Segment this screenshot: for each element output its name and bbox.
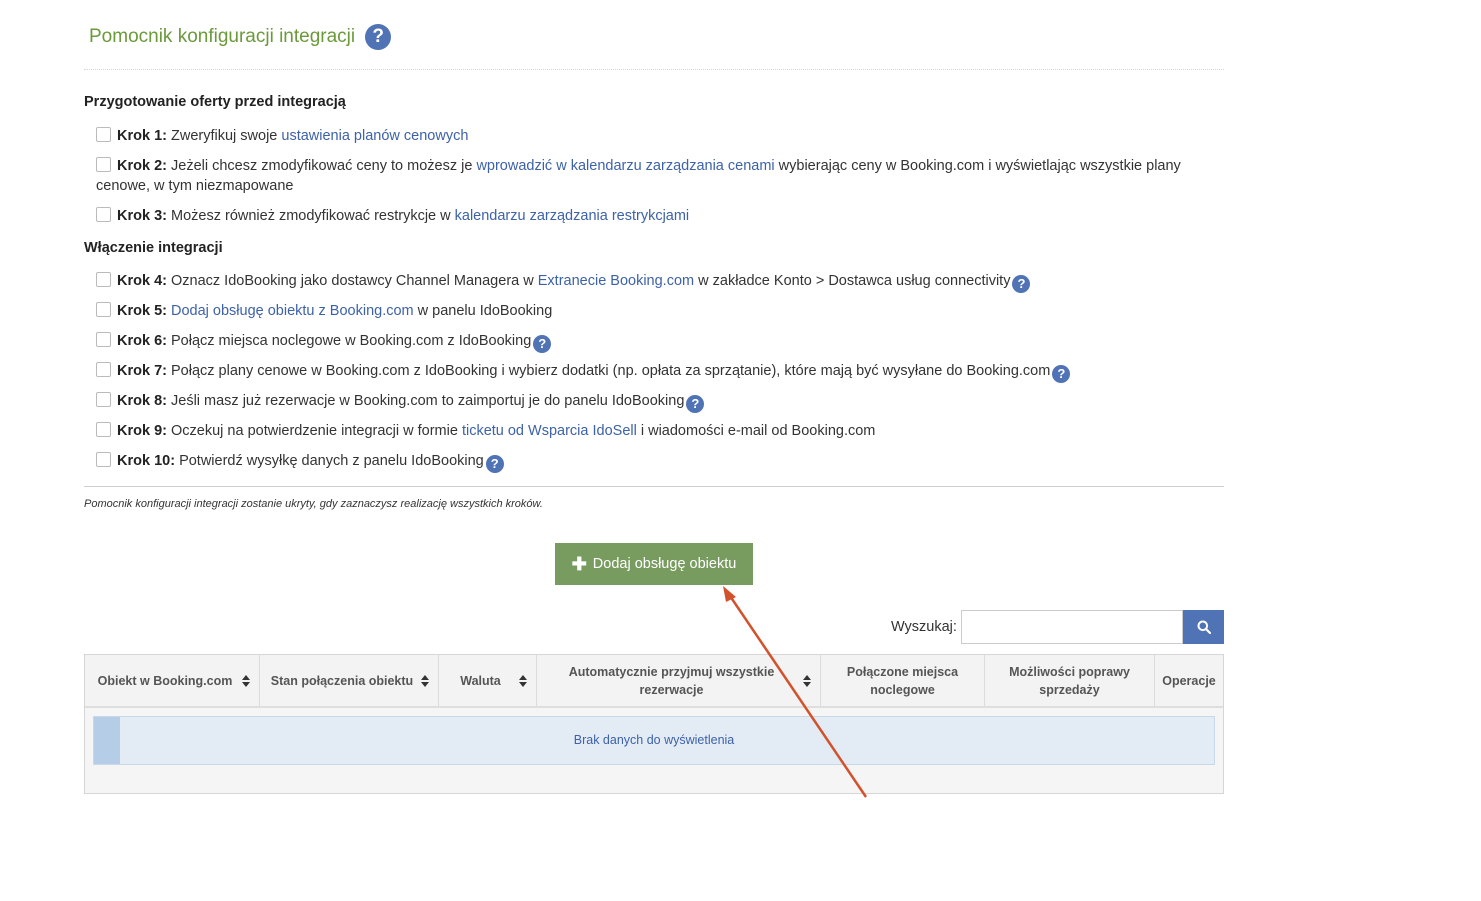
add-property-button-label: Dodaj obsługę obiektu [592, 556, 737, 572]
search-button[interactable] [1183, 610, 1224, 644]
help-icon[interactable]: ? [485, 455, 504, 473]
wizard-note: Pomocnik konfiguracji integracji zostani… [84, 498, 543, 510]
step-label: Krok 4: [117, 273, 167, 289]
step-label: Krok 8: [117, 393, 167, 409]
page-title: Pomocnik konfiguracji integracji [89, 26, 356, 47]
col-header-connected-rooms: Połączone miejsca noclegowe [821, 655, 985, 706]
add-property-button[interactable]: ✚ Dodaj obsługę obiektu [555, 543, 753, 585]
column-label: Waluta [460, 673, 501, 688]
help-icon[interactable]: ? [1052, 365, 1071, 383]
step-10-checkbox[interactable] [96, 452, 111, 467]
step-4-checkbox[interactable] [96, 272, 111, 287]
search-icon [1197, 620, 1211, 634]
step-label: Krok 1: [117, 128, 167, 144]
add-property-link[interactable]: Dodaj obsługę obiektu z Booking.com [171, 303, 414, 319]
step-label: Krok 2: [117, 158, 167, 174]
step-text: Oczekuj na potwierdzenie integracji w fo… [171, 423, 458, 439]
step-6: Krok 6: Połącz miejsca noclegowe w Booki… [96, 331, 1196, 353]
step-label: Krok 9: [117, 423, 167, 439]
help-icon[interactable]: ? [686, 395, 705, 413]
step-text-after: i wiadomości e-mail od Booking.com [640, 423, 876, 439]
sort-icon [242, 674, 250, 687]
properties-table: Obiekt w Booking.com Stan połączenia obi… [84, 654, 1224, 794]
sort-icon [421, 674, 429, 687]
sort-icon [803, 674, 811, 687]
title-row: Pomocnik konfiguracji integracji ? [89, 24, 392, 50]
title-divider [84, 69, 1224, 70]
step-8-checkbox[interactable] [96, 392, 111, 407]
annotation-arrow-head [723, 586, 736, 602]
plus-icon: ✚ [571, 554, 587, 574]
step-text-after: w panelu IdoBooking [417, 303, 553, 319]
empty-table-row: Brak danych do wyświetlenia [93, 716, 1215, 765]
step-label: Krok 5: [117, 303, 167, 319]
step-2: Krok 2: Jeżeli chcesz zmodyfikować ceny … [96, 156, 1196, 196]
section-heading-enabling: Włączenie integracji [84, 240, 223, 256]
step-label: Krok 6: [117, 333, 167, 349]
column-label: Możliwości poprawy sprzedaży [1009, 664, 1130, 697]
step-3: Krok 3: Możesz również zmodyfikować rest… [96, 206, 1196, 226]
step-text-after: w zakładce Konto > Dostawca usług connec… [698, 273, 1011, 289]
help-icon[interactable]: ? [1012, 275, 1031, 293]
step-2-checkbox[interactable] [96, 157, 111, 172]
step-5: Krok 5: Dodaj obsługę obiektu z Booking.… [96, 301, 1196, 321]
price-calendar-link[interactable]: wprowadzić w kalendarzu zarządzania cena… [476, 158, 774, 174]
step-6-checkbox[interactable] [96, 332, 111, 347]
step-8: Krok 8: Jeśli masz już rezerwacje w Book… [96, 391, 1196, 413]
step-text: Zweryfikuj swoje [171, 128, 278, 144]
pricing-plans-settings-link[interactable]: ustawienia planów cenowych [281, 128, 468, 144]
col-header-operations: Operacje [1155, 655, 1223, 706]
step-text: Możesz również zmodyfikować restrykcje w [171, 208, 451, 224]
col-header-sales-improvement: Możliwości poprawy sprzedaży [985, 655, 1155, 706]
step-text: Jeżeli chcesz zmodyfikować ceny to możes… [171, 158, 473, 174]
booking-extranet-link[interactable]: Extranecie Booking.com [538, 273, 694, 289]
table-header: Obiekt w Booking.com Stan połączenia obi… [85, 655, 1223, 708]
restrictions-calendar-link[interactable]: kalendarzu zarządzania restrykcjami [455, 208, 690, 224]
step-5-checkbox[interactable] [96, 302, 111, 317]
step-3-checkbox[interactable] [96, 207, 111, 222]
step-9-checkbox[interactable] [96, 422, 111, 437]
step-1-checkbox[interactable] [96, 127, 111, 142]
step-7-checkbox[interactable] [96, 362, 111, 377]
step-1: Krok 1: Zweryfikuj swoje ustawienia plan… [96, 126, 1196, 146]
step-text: Połącz miejsca noclegowe w Booking.com z… [171, 333, 532, 349]
step-9: Krok 9: Oczekuj na potwierdzenie integra… [96, 421, 1196, 441]
step-label: Krok 7: [117, 363, 167, 379]
col-header-currency[interactable]: Waluta [439, 655, 537, 706]
help-icon[interactable]: ? [365, 24, 392, 50]
empty-table-message: Brak danych do wyświetlenia [573, 733, 735, 747]
step-text: Potwierdź wysyłkę danych z panelu IdoBoo… [179, 453, 484, 469]
support-ticket-link[interactable]: ticketu od Wsparcia IdoSell [462, 423, 637, 439]
column-label: Stan połączenia obiektu [270, 673, 414, 688]
step-label: Krok 3: [117, 208, 167, 224]
column-label: Połączone miejsca noclegowe [846, 664, 959, 697]
column-label: Automatycznie przyjmuj wszystkie rezerwa… [568, 664, 775, 697]
step-text: Jeśli masz już rezerwacje w Booking.com … [171, 393, 685, 409]
step-text: Połącz plany cenowe w Booking.com z IdoB… [171, 363, 1051, 379]
steps-divider [84, 486, 1224, 487]
search-label: Wyszukaj: [891, 619, 957, 635]
search-input[interactable] [961, 610, 1183, 644]
step-4: Krok 4: Oznacz IdoBooking jako dostawcy … [96, 271, 1196, 293]
col-header-auto-accept[interactable]: Automatycznie przyjmuj wszystkie rezerwa… [537, 655, 821, 706]
sort-icon [519, 674, 527, 687]
col-header-property[interactable]: Obiekt w Booking.com [85, 655, 260, 706]
section-heading-preparation: Przygotowanie oferty przed integracją [84, 94, 346, 110]
step-7: Krok 7: Połącz plany cenowe w Booking.co… [96, 361, 1196, 383]
step-10: Krok 10: Potwierdź wysyłkę danych z pane… [96, 451, 1196, 473]
col-header-connection-status[interactable]: Stan połączenia obiektu [260, 655, 439, 706]
help-icon[interactable]: ? [533, 335, 552, 353]
column-label: Obiekt w Booking.com [97, 673, 233, 688]
step-text: Oznacz IdoBooking jako dostawcy Channel … [171, 273, 534, 289]
column-label: Operacje [1162, 673, 1216, 688]
step-label: Krok 10: [117, 453, 176, 469]
